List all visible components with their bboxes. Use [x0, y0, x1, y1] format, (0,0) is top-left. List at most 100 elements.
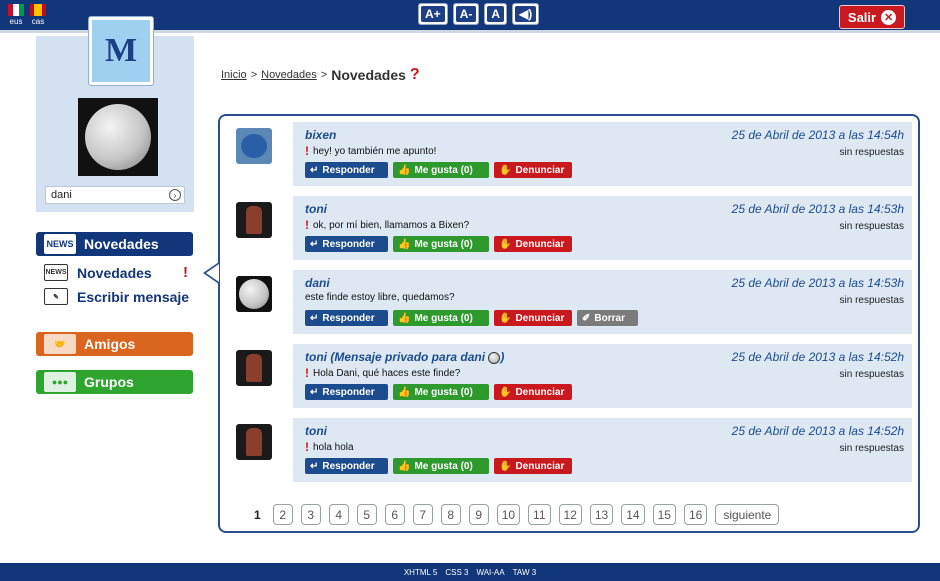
logo-m-icon: M: [92, 20, 150, 82]
font-increase-button[interactable]: A+: [418, 3, 448, 25]
report-button[interactable]: ✋ Denunciar: [494, 236, 572, 252]
font-decrease-button[interactable]: A-: [452, 3, 480, 25]
page-link[interactable]: 4: [328, 504, 349, 525]
message-replies: sin respuestas: [839, 369, 904, 380]
subnav-novedades[interactable]: NEWS Novedades: [44, 264, 152, 281]
like-button[interactable]: 👍 Me gusta (0): [393, 310, 489, 326]
delete-button[interactable]: ✐ Borrar: [577, 310, 638, 326]
hand-stop-icon: ✋: [499, 386, 512, 398]
message-actions: ↵ Responder 👍 Me gusta (0) ✋ Denunciar: [305, 162, 572, 178]
message-author[interactable]: bixen: [305, 128, 336, 142]
footer-taw[interactable]: TAW 3: [513, 568, 537, 577]
breadcrumb-separator: >: [250, 69, 258, 81]
footer-xhtml[interactable]: XHTML 5: [404, 568, 438, 577]
nav-amigos-label: Amigos: [84, 336, 136, 352]
report-button[interactable]: ✋ Denunciar: [494, 162, 572, 178]
reply-button[interactable]: ↵ Responder: [305, 310, 388, 326]
message-text: ! ok, por mí bien, llamamos a Bixen?: [305, 218, 470, 232]
like-button[interactable]: 👍 Me gusta (0): [393, 458, 489, 474]
nav-grupos[interactable]: ●●● Grupos: [36, 370, 193, 394]
page-current: 1: [254, 507, 261, 522]
message-text: ! hola hola: [305, 440, 354, 454]
message-body: dani este finde estoy libre, quedamos? 2…: [293, 270, 912, 334]
message-replies: sin respuestas: [839, 443, 904, 454]
news-icon: NEWS: [44, 234, 76, 254]
reply-icon: ↵: [310, 386, 319, 398]
reply-button[interactable]: ↵ Responder: [305, 162, 388, 178]
subnav-novedades-label: Novedades: [77, 264, 152, 281]
panel-pointer-inner: [206, 264, 219, 282]
message-item: toni (Mensaje privado para dani ) ! Hola …: [230, 344, 912, 408]
page-link[interactable]: 2: [272, 504, 293, 525]
message-date: 25 de Abril de 2013 a las 14:52h: [731, 350, 904, 364]
page-link[interactable]: 16: [683, 504, 708, 525]
reply-button[interactable]: ↵ Responder: [305, 236, 388, 252]
toni-avatar[interactable]: [236, 424, 272, 460]
page-link[interactable]: 15: [652, 504, 676, 525]
message-item: dani este finde estoy libre, quedamos? 2…: [230, 270, 912, 334]
message-author[interactable]: toni: [305, 424, 327, 438]
help-icon[interactable]: ?: [410, 66, 420, 84]
page-link[interactable]: 3: [300, 504, 321, 525]
page-link[interactable]: 12: [558, 504, 582, 525]
recipient-link[interactable]: dani: [460, 350, 485, 364]
user-bar[interactable]: dani ›: [45, 186, 185, 204]
footer-wai[interactable]: WAI-AA: [476, 568, 504, 577]
page-link[interactable]: 13: [589, 504, 614, 525]
footer-css[interactable]: CSS 3: [445, 568, 468, 577]
report-button[interactable]: ✋ Denunciar: [494, 310, 572, 326]
thumbs-up-icon: 👍: [398, 386, 411, 398]
breadcrumb-novedades-link[interactable]: Novedades: [261, 69, 317, 81]
message-date: 25 de Abril de 2013 a las 14:53h: [731, 276, 904, 290]
like-button[interactable]: 👍 Me gusta (0): [393, 162, 489, 178]
logout-button[interactable]: Salir ✕: [839, 5, 905, 29]
message-author[interactable]: dani: [305, 276, 330, 290]
language-eus[interactable]: eus: [8, 4, 24, 26]
language-eus-label: eus: [9, 17, 23, 26]
toni-avatar[interactable]: [236, 202, 272, 238]
recipient-avatar-icon: [488, 351, 501, 364]
page-link[interactable]: 6: [384, 504, 405, 525]
handshake-icon: 🤝: [44, 334, 76, 354]
nav-novedades[interactable]: NEWS Novedades: [36, 232, 193, 256]
spanish-flag-icon: [30, 4, 46, 16]
site-logo[interactable]: M: [88, 16, 154, 86]
page-link[interactable]: 14: [621, 504, 645, 525]
message-text: ! Hola Dani, qué haces este finde?: [305, 366, 461, 380]
reply-button[interactable]: ↵ Responder: [305, 384, 388, 400]
page-link[interactable]: 5: [356, 504, 377, 525]
page-link[interactable]: 8: [440, 504, 461, 525]
message-item: toni ! hola hola 25 de Abril de 2013 a la…: [230, 418, 912, 482]
footer: XHTML 5 CSS 3 WAI-AA TAW 3: [0, 563, 940, 581]
message-author[interactable]: toni (Mensaje privado para dani ): [305, 350, 504, 364]
nav-amigos[interactable]: 🤝 Amigos: [36, 332, 193, 356]
language-cas[interactable]: cas: [30, 4, 46, 26]
report-button[interactable]: ✋ Denunciar: [494, 384, 572, 400]
breadcrumb-inicio-link[interactable]: Inicio: [221, 69, 247, 81]
message-body: toni (Mensaje privado para dani ) ! Hola …: [293, 344, 912, 408]
toni-avatar[interactable]: [236, 350, 272, 386]
reply-button[interactable]: ↵ Responder: [305, 458, 388, 474]
report-button[interactable]: ✋ Denunciar: [494, 458, 572, 474]
moon-avatar: [85, 104, 151, 170]
like-button[interactable]: 👍 Me gusta (0): [393, 384, 489, 400]
like-button[interactable]: 👍 Me gusta (0): [393, 236, 489, 252]
moon-avatar[interactable]: [236, 276, 272, 312]
message-author[interactable]: toni: [305, 202, 327, 216]
alert-icon: !: [305, 218, 309, 232]
page-link[interactable]: 11: [528, 504, 551, 525]
pagination: 1 2 3 4 5 6 7 8 9 10 11 12 13 14 15 16 s…: [250, 504, 780, 525]
page-link[interactable]: 7: [412, 504, 433, 525]
page-link[interactable]: 9: [468, 504, 489, 525]
message-date: 25 de Abril de 2013 a las 14:53h: [731, 202, 904, 216]
audio-button[interactable]: ◀): [512, 3, 540, 25]
contrast-button[interactable]: A: [484, 3, 508, 25]
arrow-right-icon[interactable]: ›: [169, 189, 181, 201]
alert-icon: !: [183, 264, 188, 281]
next-page-button[interactable]: siguiente: [715, 504, 780, 525]
subnav-escribir-mensaje[interactable]: ✎ Escribir mensaje: [44, 288, 189, 305]
language-cas-label: cas: [31, 17, 45, 26]
page-link[interactable]: 10: [496, 504, 521, 525]
cookie-monster-avatar[interactable]: [236, 128, 272, 164]
write-message-icon: ✎: [44, 288, 68, 305]
